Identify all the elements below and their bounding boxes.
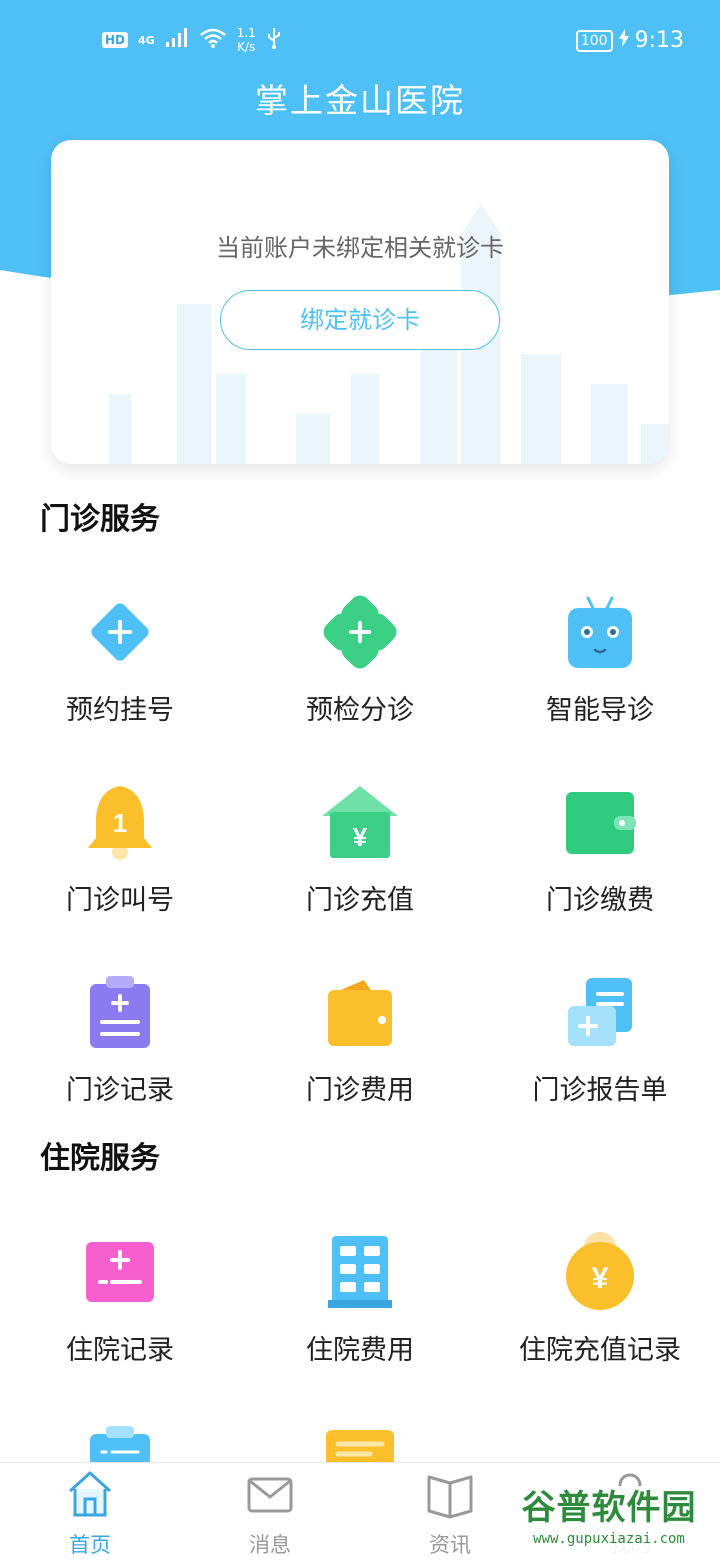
speed-value: 1.1: [236, 26, 256, 40]
status-right: 100 9:13: [575, 28, 684, 53]
service-smart-guide[interactable]: 智能导诊: [480, 592, 720, 762]
bind-card-button[interactable]: 绑定就诊卡: [220, 290, 500, 350]
service-label: 门诊记录: [66, 1075, 174, 1106]
service-outpatient-record[interactable]: 门诊记录: [0, 972, 240, 1142]
building-icon: [328, 1236, 392, 1308]
service-triage[interactable]: 预检分诊: [240, 592, 480, 762]
robot-icon: [568, 596, 632, 668]
tab-label: 首页: [69, 1533, 111, 1557]
purse-icon: [328, 980, 392, 1046]
network-speed: 1.1 K/s: [237, 26, 256, 54]
section-title-outpatient: 门诊服务: [40, 502, 160, 537]
watermark-main: 谷普软件园: [521, 1488, 697, 1528]
service-label: 门诊叫号: [66, 885, 174, 916]
home-icon: [68, 1471, 112, 1517]
service-recharge[interactable]: ¥ 门诊充值: [240, 782, 480, 952]
service-inpatient-record[interactable]: 住院记录: [0, 1232, 240, 1402]
watermark-url: www.gupuxiazai.com: [533, 1531, 685, 1547]
service-partial-2[interactable]: [240, 1424, 480, 1462]
clipboard-icon: [90, 1426, 150, 1462]
card-icon: [326, 1430, 394, 1462]
service-label: 门诊缴费: [546, 885, 654, 916]
wallet-icon: [566, 792, 636, 854]
service-appointment[interactable]: 预约挂号: [0, 592, 240, 762]
charging-icon: [618, 28, 629, 53]
unbound-message: 当前账户未绑定相关就诊卡: [216, 234, 504, 262]
service-label: 住院记录: [66, 1335, 174, 1366]
network-type: 4G: [138, 33, 155, 47]
speed-unit: K/s: [237, 40, 256, 54]
usb-icon: [266, 27, 282, 53]
bell-icon: 1: [88, 786, 152, 860]
clock: 9:13: [634, 28, 684, 53]
service-label: 预检分诊: [306, 695, 414, 726]
status-left: HD 4G 1.1 K/s: [102, 26, 282, 54]
coin-bag-icon: ¥: [566, 1232, 634, 1310]
svg-text:1: 1: [113, 808, 127, 838]
record-icon: [86, 1242, 154, 1302]
tab-home[interactable]: 首页: [0, 1463, 180, 1560]
watermark-logo: 谷普软件园 www.gupuxiazai.com: [502, 1486, 716, 1556]
battery-icon: 100: [575, 29, 613, 52]
status-bar: HD 4G 1.1 K/s 100 9:13: [0, 0, 720, 84]
book-icon: [427, 1475, 473, 1519]
svg-text:¥: ¥: [353, 822, 368, 852]
service-label: 住院充值记录: [519, 1335, 681, 1366]
service-label: 预约挂号: [66, 695, 174, 726]
card-binding-panel: 当前账户未绑定相关就诊卡 绑定就诊卡: [51, 140, 669, 464]
clipboard-icon: [90, 976, 150, 1048]
service-label: 智能导诊: [546, 695, 654, 726]
service-inpatient-recharge-record[interactable]: ¥ 住院充值记录: [480, 1232, 720, 1402]
page-title: 掌上金山医院: [255, 81, 465, 120]
service-payment[interactable]: 门诊缴费: [480, 782, 720, 952]
triage-clover-icon: [323, 595, 397, 669]
service-queue-call[interactable]: 1 门诊叫号: [0, 782, 240, 952]
service-report[interactable]: 门诊报告单: [480, 972, 720, 1142]
wifi-icon: [199, 28, 227, 52]
signal-icon: [165, 28, 189, 52]
service-label: 住院费用: [306, 1335, 414, 1366]
service-label: 门诊费用: [306, 1075, 414, 1106]
report-icon: [568, 978, 632, 1046]
service-partial-1[interactable]: [0, 1424, 240, 1462]
tab-messages[interactable]: 消息: [180, 1463, 360, 1560]
service-label: 门诊充值: [306, 885, 414, 916]
svg-text:¥: ¥: [592, 1262, 609, 1295]
service-label: 门诊报告单: [532, 1075, 668, 1106]
section-title-inpatient: 住院服务: [40, 1141, 160, 1176]
service-inpatient-cost[interactable]: 住院费用: [240, 1232, 480, 1402]
recharge-house-icon: ¥: [322, 786, 398, 858]
hd-badge: HD: [102, 32, 129, 48]
service-outpatient-cost[interactable]: 门诊费用: [240, 972, 480, 1142]
tab-label: 消息: [249, 1533, 291, 1557]
register-diamond-icon: [91, 603, 149, 661]
mail-icon: [247, 1477, 293, 1513]
